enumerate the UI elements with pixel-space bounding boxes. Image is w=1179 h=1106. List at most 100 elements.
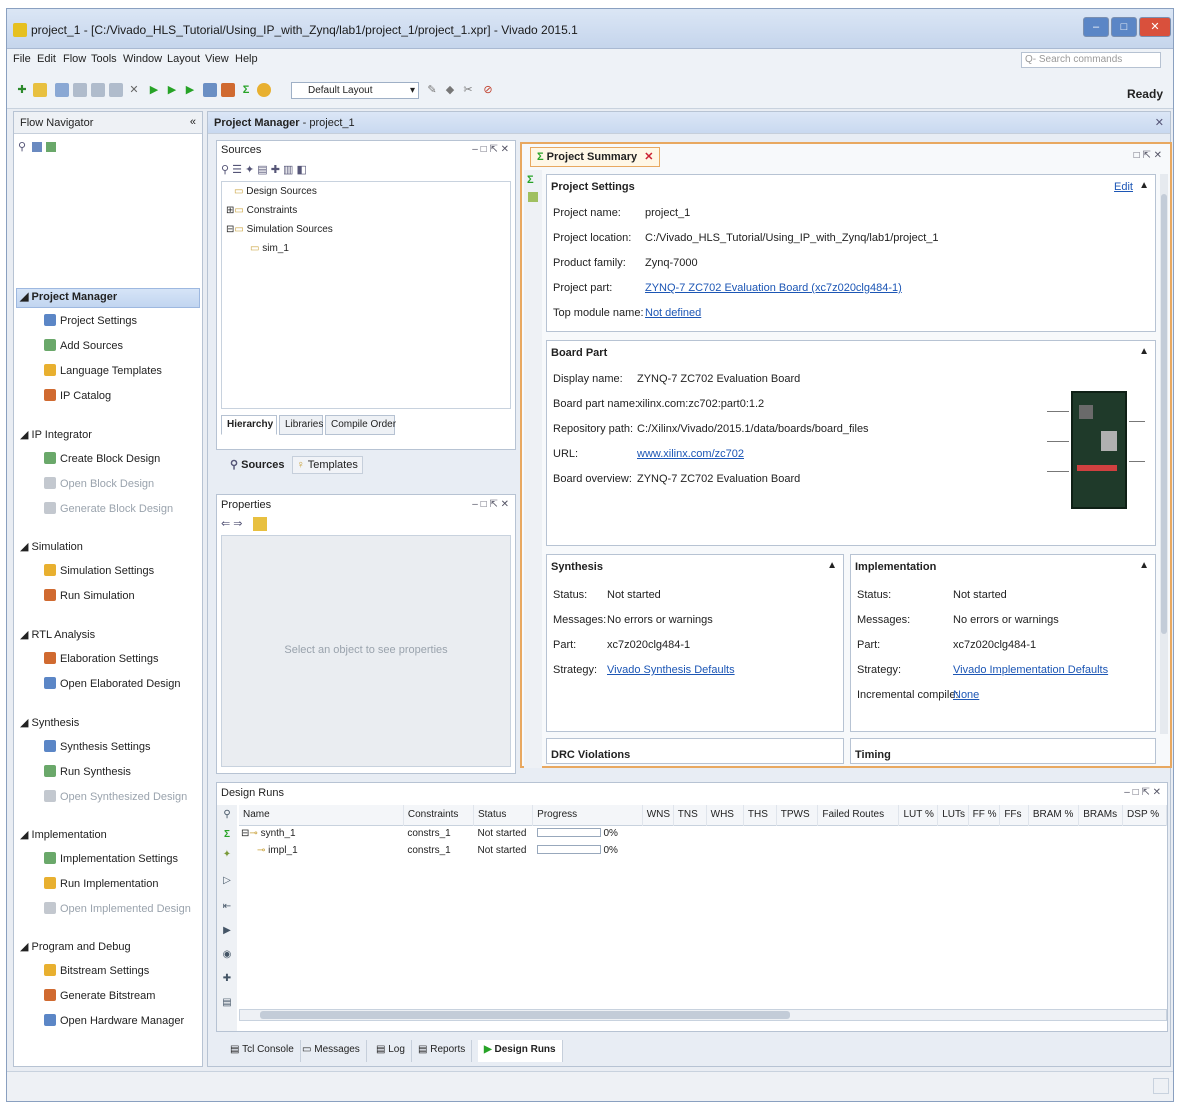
- reset-icon[interactable]: ⇤: [221, 901, 233, 913]
- edit-link[interactable]: Edit: [1114, 181, 1133, 193]
- nav-section[interactable]: ◢ Project Manager: [20, 290, 117, 303]
- tab-compile-order[interactable]: Compile Order: [325, 415, 396, 435]
- nav-item[interactable]: Run Synthesis: [44, 765, 131, 778]
- search-commands-input[interactable]: Q- Search commands: [1021, 52, 1161, 68]
- nav-item[interactable]: Open Hardware Manager: [44, 1014, 184, 1027]
- field-link[interactable]: www.xilinx.com/zc702: [637, 448, 744, 460]
- runs-hscrollbar[interactable]: [239, 1009, 1167, 1021]
- launch-icon[interactable]: ▷: [221, 875, 233, 887]
- refresh-icon[interactable]: ✦: [221, 849, 233, 861]
- nav-item[interactable]: Run Implementation: [44, 877, 158, 890]
- new-project-icon[interactable]: ✚: [15, 83, 29, 97]
- panel-controls[interactable]: – □ ⇱ ✕: [472, 499, 509, 510]
- menu-flow[interactable]: Flow: [63, 53, 86, 65]
- settings-icon[interactable]: [221, 83, 235, 97]
- close-button[interactable]: ✕: [1139, 17, 1171, 37]
- close-tab-icon[interactable]: ✕: [644, 151, 653, 163]
- back-icon[interactable]: ⇐ ⇒: [221, 517, 243, 530]
- tools-icon[interactable]: ✂: [461, 83, 475, 97]
- field-link[interactable]: ZYNQ-7 ZC702 Evaluation Board (xc7z020cl…: [645, 282, 902, 294]
- menu-window[interactable]: Window: [123, 53, 162, 65]
- nav-section[interactable]: ◢ Program and Debug: [20, 940, 131, 953]
- nav-item[interactable]: Add Sources: [44, 339, 123, 352]
- column-header[interactable]: Status: [473, 805, 534, 825]
- tree-constraints[interactable]: ⊞▭ Constraints: [226, 205, 297, 216]
- table-row[interactable]: ⊸ impl_1 constrs_1 Not started 0%: [239, 842, 1167, 859]
- nav-section[interactable]: ◢ IP Integrator: [20, 428, 92, 441]
- tree-simulation-sources[interactable]: ⊟▭ Simulation Sources: [226, 224, 333, 235]
- column-header[interactable]: FF %: [968, 805, 1001, 825]
- column-header[interactable]: TNS: [673, 805, 707, 825]
- add-run-icon[interactable]: ✚: [221, 973, 233, 985]
- column-header[interactable]: THS: [743, 805, 777, 825]
- subtab-templates[interactable]: ♀ Templates: [291, 456, 363, 474]
- nav-item[interactable]: Synthesis Settings: [44, 740, 151, 753]
- nav-section[interactable]: ◢ Implementation: [20, 828, 107, 841]
- delete-run-icon[interactable]: ◉: [221, 949, 233, 961]
- tree-sim-1[interactable]: ▭ sim_1: [250, 243, 289, 254]
- tab-design-runs[interactable]: ▶ Design Runs: [478, 1040, 563, 1062]
- nav-item[interactable]: Bitstream Settings: [44, 964, 149, 977]
- tab-project-summary[interactable]: Σ Project Summary ✕: [530, 147, 661, 167]
- redo-icon[interactable]: [91, 83, 105, 97]
- menu-help[interactable]: Help: [235, 53, 258, 65]
- field-link[interactable]: Vivado Synthesis Defaults: [607, 664, 735, 676]
- language-templates-icon[interactable]: [257, 83, 271, 97]
- column-header[interactable]: DSP %: [1122, 805, 1167, 825]
- program-device-icon[interactable]: [203, 83, 217, 97]
- nav-item[interactable]: Open Block Design: [44, 477, 154, 490]
- nav-item[interactable]: Project Settings: [44, 314, 137, 327]
- field-link[interactable]: Vivado Implementation Defaults: [953, 664, 1108, 676]
- column-header[interactable]: TPWS: [776, 805, 819, 825]
- nav-item[interactable]: Create Block Design: [44, 452, 160, 465]
- column-header[interactable]: LUTs: [937, 805, 969, 825]
- search-icon[interactable]: ⚲: [18, 140, 26, 153]
- run-icon[interactable]: ▶: [221, 925, 233, 937]
- resize-grip-icon[interactable]: [1153, 1078, 1169, 1094]
- nav-item[interactable]: Run Simulation: [44, 589, 135, 602]
- collapse-section-icon[interactable]: ▲: [827, 560, 837, 571]
- nav-item[interactable]: Elaboration Settings: [44, 652, 158, 665]
- collapse-all-icon[interactable]: [32, 142, 42, 152]
- tab-reports[interactable]: ▤ Reports: [412, 1040, 473, 1062]
- stop-icon[interactable]: ⊘: [481, 83, 495, 97]
- refresh-icon[interactable]: [528, 192, 538, 202]
- column-header[interactable]: FFs: [999, 805, 1029, 825]
- run-simulation-icon[interactable]: ▶: [147, 83, 161, 97]
- panel-controls[interactable]: – □ ⇱ ✕: [472, 144, 509, 155]
- sources-search-icon[interactable]: ⚲ ☰ ✦ ▤ ✚ ▥ ◧: [221, 163, 307, 176]
- minimize-button[interactable]: –: [1083, 17, 1109, 37]
- search-icon[interactable]: ⚲: [221, 809, 233, 821]
- table-row[interactable]: ⊟⊸ synth_1 constrs_1 Not started 0%: [239, 825, 1167, 842]
- nav-item[interactable]: IP Catalog: [44, 389, 111, 402]
- tab-libraries[interactable]: Libraries: [279, 415, 323, 435]
- panel-controls[interactable]: □ ⇱ ✕: [1134, 150, 1162, 161]
- nav-item[interactable]: Open Elaborated Design: [44, 677, 180, 690]
- column-header[interactable]: BRAMs: [1078, 805, 1124, 825]
- nav-section[interactable]: ◢ RTL Analysis: [20, 628, 95, 641]
- undo-icon[interactable]: [73, 83, 87, 97]
- column-header[interactable]: Constraints: [403, 805, 474, 825]
- tab-hierarchy[interactable]: Hierarchy: [221, 415, 277, 435]
- copy-icon[interactable]: [109, 83, 123, 97]
- collapse-section-icon[interactable]: ▲: [1139, 180, 1149, 191]
- column-header[interactable]: Progress: [532, 805, 643, 825]
- menu-view[interactable]: View: [205, 53, 229, 65]
- open-project-icon[interactable]: [33, 83, 47, 97]
- maximize-button[interactable]: □: [1111, 17, 1137, 37]
- collapse-section-icon[interactable]: ▲: [1139, 346, 1149, 357]
- menu-tools[interactable]: Tools: [91, 53, 117, 65]
- column-header[interactable]: LUT %: [898, 805, 939, 825]
- column-header[interactable]: WNS: [642, 805, 674, 825]
- menu-edit[interactable]: Edit: [37, 53, 56, 65]
- column-header[interactable]: Name: [239, 805, 404, 825]
- nav-item[interactable]: Generate Block Design: [44, 502, 173, 515]
- field-link[interactable]: Not defined: [645, 307, 701, 319]
- collapse-icon[interactable]: «: [190, 116, 196, 128]
- close-icon[interactable]: ✕: [1155, 116, 1164, 129]
- nav-item[interactable]: Simulation Settings: [44, 564, 154, 577]
- panel-controls[interactable]: – □ ⇱ ✕: [1124, 787, 1161, 798]
- pin-icon[interactable]: ✎: [425, 83, 439, 97]
- subtab-sources[interactable]: ⚲ Sources: [226, 457, 289, 473]
- collapse-section-icon[interactable]: ▲: [1139, 560, 1149, 571]
